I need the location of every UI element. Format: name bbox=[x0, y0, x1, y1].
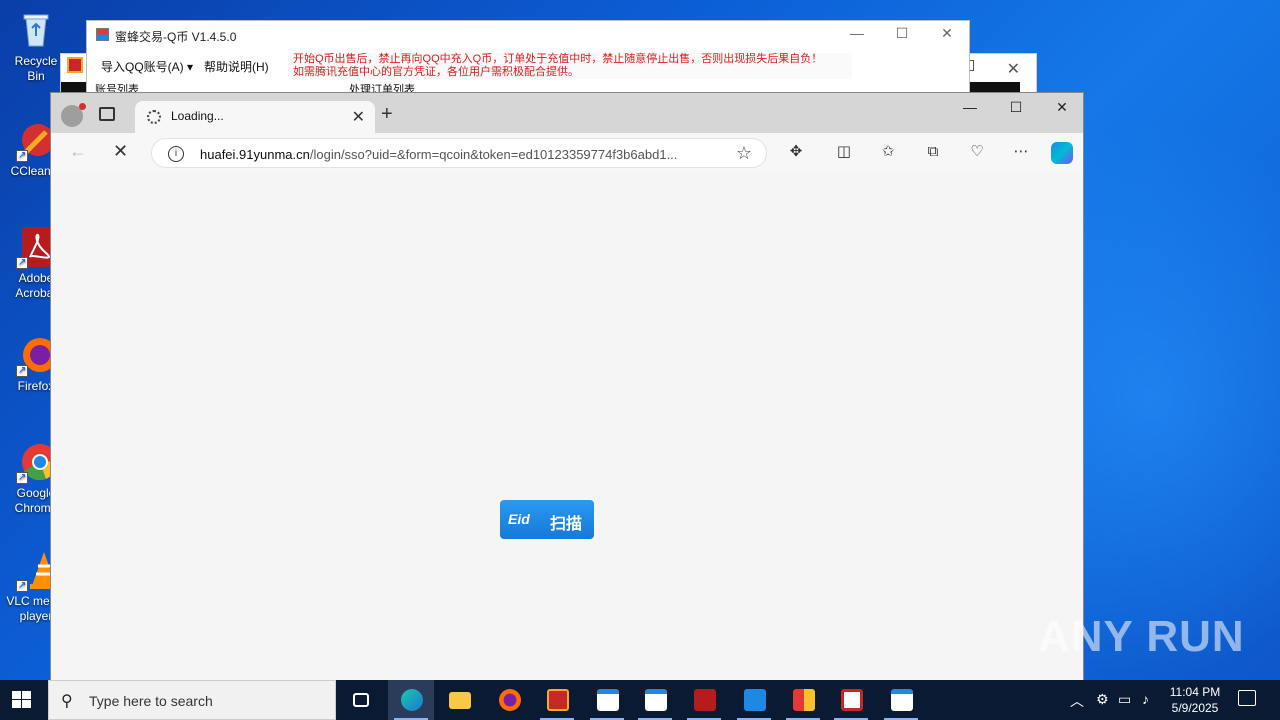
minimize-button[interactable]: — bbox=[955, 99, 985, 121]
app-icon bbox=[694, 689, 716, 711]
firefox-icon bbox=[499, 689, 521, 711]
anyrun-watermark: ANY RUN bbox=[1038, 612, 1245, 661]
notifications-icon[interactable] bbox=[1238, 690, 1256, 706]
volume-icon[interactable]: ♪ bbox=[1142, 691, 1149, 707]
app-menu-bar: 导入QQ账号(A) ▾ 帮助说明(H) 开始Q币出售后，禁止再向QQ中充入Q币，… bbox=[67, 51, 969, 79]
search-placeholder: Type here to search bbox=[89, 693, 213, 709]
address-bar[interactable]: i huafei.91yunma.cn/login/sso?uid=&form=… bbox=[151, 138, 767, 168]
loading-spinner-icon bbox=[147, 110, 161, 124]
taskbar-eid-app[interactable] bbox=[731, 680, 777, 720]
menu-help[interactable]: 帮助说明(H) bbox=[204, 58, 269, 75]
favorites-icon[interactable]: ✩ bbox=[878, 142, 898, 162]
back-arrow-icon[interactable]: ← bbox=[69, 141, 87, 162]
taskbar-window-app-2[interactable] bbox=[632, 680, 678, 720]
tab-title: Loading... bbox=[171, 109, 224, 123]
window-icon bbox=[645, 689, 667, 711]
close-icon[interactable]: ✕ bbox=[1007, 59, 1020, 79]
browser-essentials-icon[interactable]: ♡ bbox=[967, 142, 987, 162]
url-text[interactable]: huafei.91yunma.cn/login/sso?uid=&form=qc… bbox=[200, 147, 720, 162]
collections-icon[interactable]: ⧉ bbox=[923, 142, 943, 162]
gift-icon bbox=[547, 689, 569, 711]
tab-loading[interactable]: Loading... ✕ bbox=[135, 101, 375, 133]
app-icon bbox=[841, 689, 863, 711]
close-button[interactable]: ✕ bbox=[1047, 99, 1077, 121]
eid-icon bbox=[744, 689, 766, 711]
task-view-icon bbox=[353, 693, 369, 707]
info-icon[interactable]: i bbox=[168, 146, 184, 162]
copilot-icon[interactable] bbox=[1051, 142, 1073, 164]
split-screen-icon[interactable]: ◫ bbox=[834, 142, 854, 162]
tab-strip: Loading... ✕ + — ☐ ✕ bbox=[51, 93, 1083, 133]
minimize-button[interactable]: — bbox=[845, 25, 869, 45]
more-menu-icon[interactable]: ⋯ bbox=[1011, 142, 1031, 162]
clock-date: 5/9/2025 bbox=[1171, 701, 1219, 715]
browser-window[interactable]: Loading... ✕ + — ☐ ✕ ← ✕ i huafei.91yunm… bbox=[50, 92, 1084, 683]
warning-notice: 开始Q币出售后，禁止再向QQ中充入Q币，订单处于充值中时，禁止随意停止出售，否则… bbox=[290, 53, 852, 79]
shortcut-arrow-icon bbox=[16, 363, 28, 378]
clock-time: 11:04 PM bbox=[1169, 685, 1221, 699]
taskbar-window-app-1[interactable] bbox=[584, 680, 630, 720]
gift-icon bbox=[67, 57, 83, 73]
tab-close-icon[interactable]: ✕ bbox=[352, 107, 365, 127]
window-icon bbox=[597, 689, 619, 711]
taskbar-firefox[interactable] bbox=[486, 680, 532, 720]
taskbar-app-colorful[interactable] bbox=[780, 680, 826, 720]
desktop-icon-recycle-bin[interactable]: Recycle Bin bbox=[6, 8, 66, 84]
menu-import-qq[interactable]: 导入QQ账号(A) ▾ bbox=[101, 58, 193, 75]
folder-icon bbox=[449, 692, 471, 709]
profile-avatar-icon[interactable] bbox=[61, 103, 86, 127]
app-window[interactable]: 蜜蜂交易-Q币 V1.4.5.0 — ☐ ✕ 导入QQ账号(A) ▾ 帮助说明(… bbox=[67, 20, 970, 95]
tray-app-icon[interactable]: ⚙ bbox=[1096, 691, 1109, 708]
maximize-button[interactable]: ☐ bbox=[890, 25, 914, 45]
app-title-bar[interactable]: 蜜蜂交易-Q币 V1.4.5.0 — ☐ ✕ bbox=[87, 21, 969, 49]
page-content: Eid 扫描 bbox=[51, 173, 1083, 683]
windows-start-icon[interactable] bbox=[12, 691, 32, 709]
show-hidden-icons-chevron-up-icon[interactable]: ︿ bbox=[1070, 691, 1084, 711]
stop-loading-icon[interactable]: ✕ bbox=[113, 141, 128, 162]
maximize-button[interactable]: ☐ bbox=[1001, 99, 1031, 121]
search-icon: ⚲ bbox=[61, 693, 73, 710]
shortcut-arrow-icon bbox=[16, 578, 28, 593]
app-icon bbox=[793, 689, 815, 711]
app-icon bbox=[96, 28, 109, 41]
recycle-bin-icon bbox=[14, 8, 58, 52]
eid-scan-button[interactable]: Eid 扫描 bbox=[500, 500, 594, 539]
network-icon[interactable]: ▭ bbox=[1118, 691, 1131, 708]
edge-icon bbox=[401, 689, 423, 711]
shortcut-arrow-icon bbox=[16, 148, 28, 163]
favorite-star-icon[interactable]: ☆ bbox=[736, 143, 752, 164]
taskbar: ⚲ Type here to search ︿ ⚙ ▭ ♪ 11:04 PM 5… bbox=[0, 680, 1280, 720]
tab-actions-icon[interactable] bbox=[99, 107, 115, 121]
taskbar-edge[interactable] bbox=[388, 680, 434, 720]
scan-label: 扫描 bbox=[550, 516, 583, 533]
taskbar-file-explorer[interactable] bbox=[436, 680, 482, 720]
taskbar-window-app-3[interactable] bbox=[878, 680, 924, 720]
app-title: 蜜蜂交易-Q币 V1.4.5.0 bbox=[115, 30, 237, 44]
taskbar-search-box[interactable]: ⚲ Type here to search bbox=[48, 680, 336, 720]
browser-toolbar: ← ✕ i huafei.91yunma.cn/login/sso?uid=&f… bbox=[51, 133, 1083, 173]
eid-logo: Eid bbox=[508, 511, 530, 527]
new-tab-plus-icon[interactable]: + bbox=[381, 103, 393, 126]
taskbar-app-redwhite[interactable] bbox=[828, 680, 874, 720]
taskbar-app-red[interactable] bbox=[681, 680, 727, 720]
clock[interactable]: 11:04 PM 5/9/2025 bbox=[1160, 684, 1230, 716]
close-button[interactable]: ✕ bbox=[935, 25, 959, 45]
window-icon bbox=[891, 689, 913, 711]
shortcut-arrow-icon bbox=[16, 255, 28, 270]
task-view-button[interactable] bbox=[338, 680, 384, 720]
taskbar-gift-app[interactable] bbox=[534, 680, 580, 720]
extensions-puzzle-icon[interactable]: ✥ bbox=[786, 142, 806, 162]
desktop-icon-label: Recycle Bin bbox=[14, 54, 58, 83]
shortcut-arrow-icon bbox=[16, 470, 28, 485]
